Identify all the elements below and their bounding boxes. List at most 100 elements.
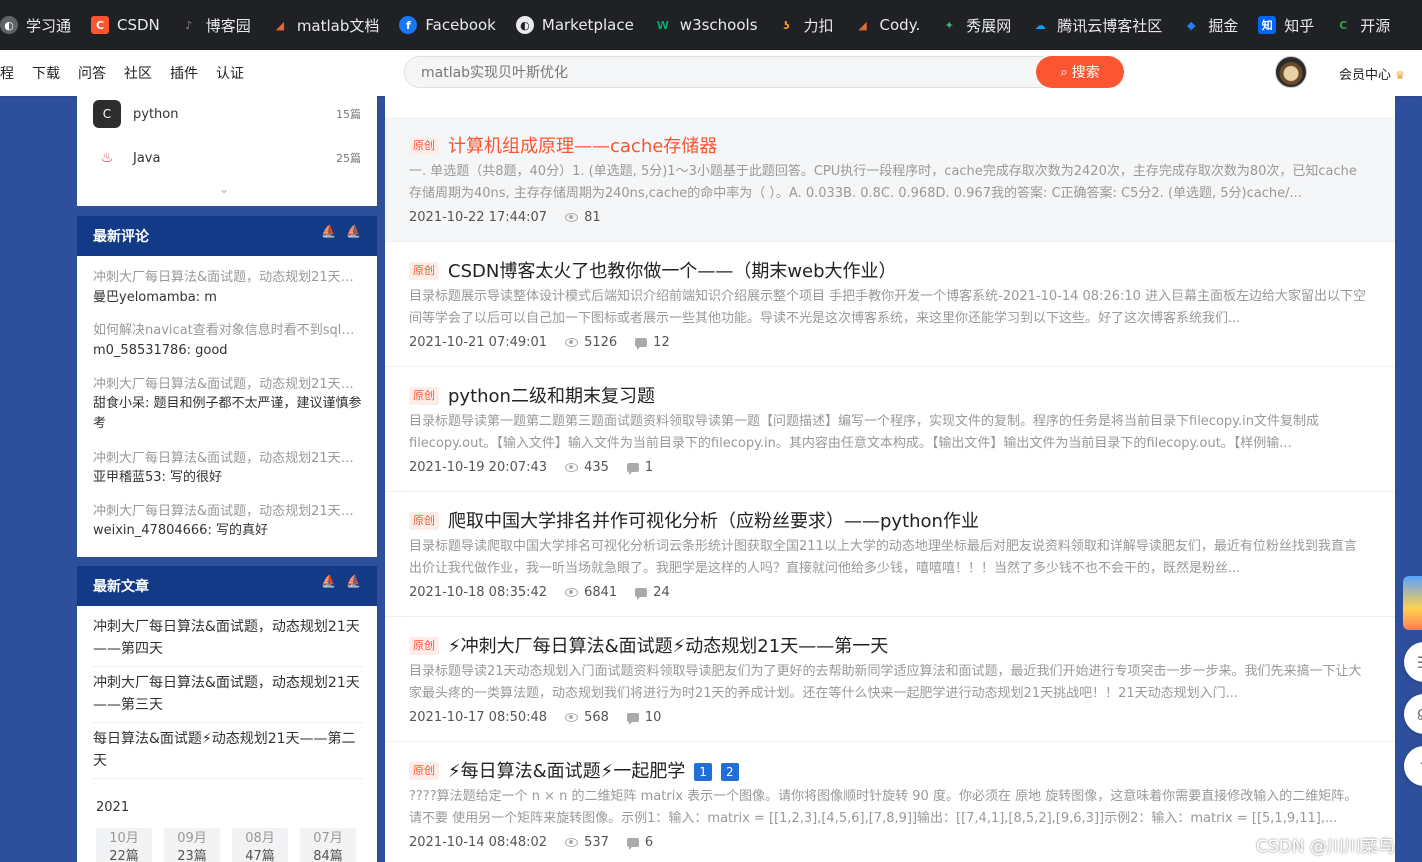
site-header: 程 下载 问答 社区 插件 认证 ⌕ 搜索 会员中心 ♛ (0, 50, 1422, 96)
eye-icon (565, 213, 579, 222)
category-item-java[interactable]: ♨ Java 25篇 (93, 140, 361, 176)
category-name: python (133, 106, 179, 122)
article-title[interactable]: 计算机组成原理——cache存储器 (448, 132, 717, 158)
nav-link-community[interactable]: 社区 (124, 63, 152, 83)
bookmark-leetcode[interactable]: ʖ 力扣 (768, 0, 844, 50)
bookmark-label: 力扣 (803, 16, 834, 35)
article-item[interactable]: 原创 爬取中国大学排名并作可视化分析（应粉丝要求）——python作业 目录标题… (385, 492, 1395, 617)
mascot-image[interactable] (1403, 576, 1422, 630)
latest-article-link[interactable]: 冲刺大厂每日算法&面试题，动态规划21天——第三天 (93, 672, 363, 723)
bookmark-cody[interactable]: ◢ Cody. (844, 0, 931, 50)
service-button[interactable]: ☊ (1404, 694, 1422, 734)
search-button-label: 搜索 (1071, 65, 1100, 81)
eye-icon (565, 838, 579, 847)
article-meta: 2021-10-17 08:50:48 568 10 (409, 710, 661, 725)
category-item-python[interactable]: C python 15篇 (93, 96, 361, 132)
latest-comments-heading: 最新评论 (93, 229, 149, 245)
article-item[interactable]: 原创 CSDN博客太火了也教你做一个——（期末web大作业） 目录标题展示导读整… (385, 242, 1395, 367)
crown-icon: ♛ (1395, 69, 1406, 82)
view-count-value: 6841 (584, 585, 618, 600)
search-button[interactable]: ⌕ 搜索 (1036, 56, 1124, 88)
bookmark-matlab-docs[interactable]: ◢ matlab文档 (261, 0, 390, 50)
bookmark-facebook[interactable]: f Facebook (389, 0, 505, 50)
avatar[interactable] (1275, 56, 1307, 88)
bookmark-cnblogs[interactable]: ♪ 博客园 (170, 0, 261, 50)
nav-links: 程 下载 问答 社区 插件 认证 (0, 50, 262, 96)
article-date: 2021-10-22 17:44:07 (409, 210, 548, 225)
bookmark-open-source[interactable]: C 开源 (1324, 0, 1400, 50)
nav-link-plugins[interactable]: 插件 (170, 63, 198, 83)
bookmark-juejin[interactable]: ◆ 掘金 (1172, 0, 1248, 50)
keycap-two-icon: 2 (720, 763, 739, 781)
chevron-down-icon[interactable]: ⌄ (219, 182, 229, 196)
bookmark-tencent-cloud[interactable]: ☁ 腾讯云博客社区 (1021, 0, 1172, 50)
article-meta: 2021-10-14 08:48:02 537 6 (409, 835, 653, 850)
bookmark-label: 开源 (1360, 16, 1391, 35)
latest-article-link[interactable]: 每日算法&面试题⚡动态规划21天——第二天 (93, 728, 363, 779)
archive-count: 22篇 (109, 849, 139, 862)
nav-link-qa[interactable]: 问答 (78, 63, 106, 83)
search-input[interactable] (404, 56, 1044, 88)
bookmark-zhihu[interactable]: 知 知乎 (1248, 0, 1324, 50)
latest-article-link[interactable]: 冲刺大厂每日算法&面试题，动态规划21天——第四天 (93, 616, 363, 667)
category-count: 25篇 (336, 152, 361, 165)
python-icon: C (93, 100, 121, 128)
w3schools-icon: W (656, 18, 669, 32)
article-title[interactable]: ⚡冲刺大厂每日算法&面试题⚡动态规划21天——第一天 (448, 632, 888, 658)
archive-month-item[interactable]: 07月 84篇 (300, 828, 356, 862)
comment-article-title[interactable]: 冲刺大厂每日算法&面试题，动态规划21天——第三天 (93, 373, 363, 392)
archive-count: 47篇 (245, 849, 275, 862)
nav-link-download[interactable]: 下载 (32, 63, 60, 83)
member-center-label: 会员中心 (1339, 68, 1392, 83)
view-count-value: 568 (584, 710, 609, 725)
comment-article-title[interactable]: 冲刺大厂每日算法&面试题，动态规划21天——第二天 (93, 447, 363, 466)
boat-icon: ⛵⛵ (321, 574, 371, 588)
bookmark-label: w3schools (679, 16, 758, 34)
comment-article-title[interactable]: 冲刺大厂每日算法&面试题，动态规划21天——第四天 (93, 266, 363, 285)
feedback-icon: ☰ (1417, 653, 1422, 672)
comment-article-title[interactable]: 如何解决navicat查看对象信息时看不到sql语句 (93, 319, 363, 338)
category-name: Java (133, 150, 161, 166)
comment-article-title[interactable]: 冲刺大厂每日算法&面试题，动态规划21天——第一天 (93, 500, 363, 519)
bookmark-xuexitong[interactable]: ◐ 学习通 (0, 0, 81, 50)
article-item[interactable]: 原创 ⚡冲刺大厂每日算法&面试题⚡动态规划21天——第一天 目录标题导读21天动… (385, 617, 1395, 742)
bookmark-marketplace[interactable]: ◐ Marketplace (506, 0, 644, 50)
view-count: 6841 (565, 585, 617, 600)
original-badge: 原创 (409, 512, 439, 530)
archive-count: 23篇 (177, 849, 207, 862)
comment-count: 12 (635, 335, 670, 350)
back-to-top-button[interactable]: ↑ (1404, 746, 1422, 786)
nav-link-certification[interactable]: 认证 (216, 63, 244, 83)
search-bar: ⌕ 搜索 (404, 56, 1124, 88)
article-item[interactable]: 原创 python二级和期末复习题 目录标题导读第一题第二题第三题面试题资料领取… (385, 367, 1395, 492)
original-badge: 原创 (409, 762, 439, 780)
archive-month-item[interactable]: 09月 23篇 (164, 828, 220, 862)
bookmark-label: 学习通 (26, 16, 72, 35)
article-list: 原创 计算机组成原理——cache存储器 一. 单选题（共8题，40分）1. (… (385, 96, 1395, 862)
article-meta: 2021-10-21 07:49:01 5126 12 (409, 335, 670, 350)
article-title-text: ⚡每日算法&面试题⚡一起肥学 (448, 761, 686, 782)
bookmark-label: 秀展网 (966, 16, 1012, 35)
bookmark-w3schools[interactable]: W w3schools (644, 0, 768, 50)
bookmark-csdn[interactable]: C CSDN (81, 0, 170, 50)
keycap-one-icon: 1 (694, 763, 713, 781)
member-center-link[interactable]: 会员中心 ♛ (1339, 64, 1405, 83)
article-title[interactable]: CSDN博客太火了也教你做一个——（期末web大作业） (448, 257, 897, 283)
archive-month-item[interactable]: 10月 22篇 (96, 828, 152, 862)
article-title[interactable]: ⚡每日算法&面试题⚡一起肥学 1 2 (448, 757, 739, 783)
article-item[interactable]: 原创 计算机组成原理——cache存储器 一. 单选题（共8题，40分）1. (… (385, 117, 1395, 242)
nav-link-course[interactable]: 程 (0, 63, 14, 83)
article-title[interactable]: 爬取中国大学排名并作可视化分析（应粉丝要求）——python作业 (448, 507, 979, 533)
bookmark-label: Marketplace (541, 16, 634, 34)
feedback-button[interactable]: ☰ (1404, 642, 1422, 682)
bookmark-label: Cody. (879, 16, 921, 34)
bookmark-xiuzhan[interactable]: ✦ 秀展网 (930, 0, 1021, 50)
view-count-value: 5126 (584, 335, 618, 350)
archive-month-item[interactable]: 08月 47篇 (232, 828, 288, 862)
comment-count-value: 1 (644, 460, 654, 475)
article-item[interactable]: 原创 ⚡每日算法&面试题⚡一起肥学 1 2 ????算法题给定一个 n × n … (385, 742, 1395, 862)
article-meta: 2021-10-22 17:44:07 81 (409, 210, 601, 225)
article-title[interactable]: python二级和期末复习题 (448, 382, 655, 408)
article-meta: 2021-10-18 08:35:42 6841 24 (409, 585, 670, 600)
boat-icon: ⛵⛵ (321, 224, 371, 238)
